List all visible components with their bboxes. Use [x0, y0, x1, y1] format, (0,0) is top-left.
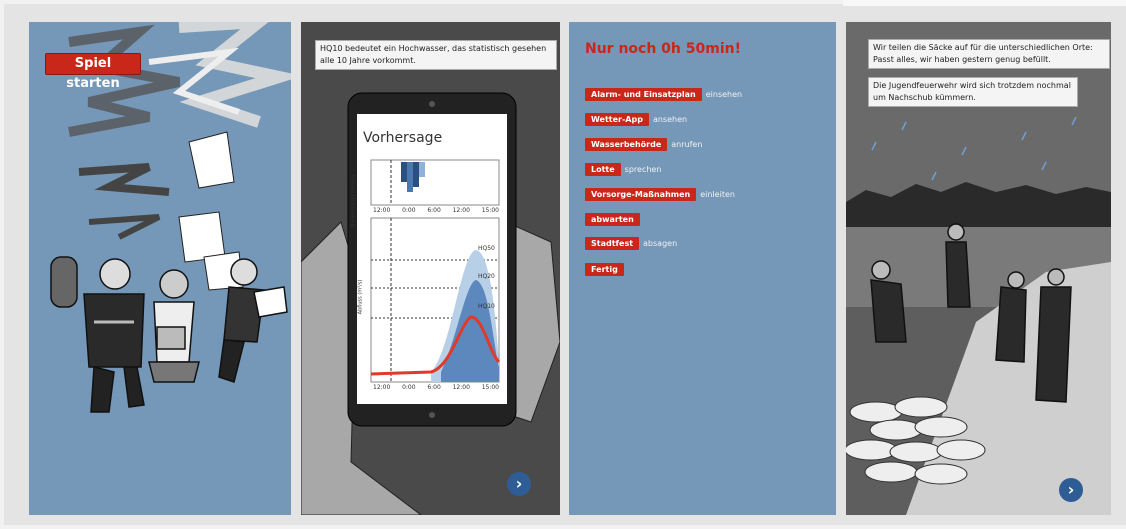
- next-button[interactable]: ›: [1059, 478, 1083, 502]
- x-tick: 12:00: [452, 207, 470, 214]
- chevron-right-icon: ›: [515, 474, 523, 493]
- chevron-right-icon: ›: [1067, 480, 1075, 499]
- flow-axis-label: Abfluss (m³/s): [357, 279, 364, 315]
- action-verb: absagen: [643, 238, 678, 248]
- action-precautions-button[interactable]: Vorsorge-Maßnahmen: [585, 187, 697, 201]
- x-tick: 15:00: [481, 384, 499, 391]
- action-done-button[interactable]: Fertig: [585, 262, 624, 276]
- action-water-authority-button[interactable]: Wasserbehörde: [585, 137, 668, 151]
- action-lotte-button[interactable]: Lotte: [585, 162, 621, 176]
- next-button[interactable]: ›: [507, 472, 531, 496]
- x-tick: 12:00: [373, 207, 391, 214]
- panel-forecast: HQ10 bedeutet ein Hochwasser, das statis…: [301, 22, 560, 515]
- action-row: abwarten: [585, 212, 640, 226]
- action-verb: einleiten: [700, 189, 735, 199]
- sandbag-caption-2: Die Jugendfeuerwehr wird sich trotzdem n…: [868, 77, 1078, 107]
- panel-intro: Spiel starten: [29, 22, 291, 515]
- precip-x-ticks: 12:00 0:00 6:00 12:00 15:00: [373, 207, 499, 214]
- sandbag-caption-1: Wir teilen die Säcke auf für die untersc…: [868, 39, 1110, 69]
- countdown-timer: Nur noch 0h 50min!: [585, 41, 741, 57]
- x-tick: 0:00: [402, 384, 416, 391]
- hq20-label: HQ20: [478, 273, 495, 280]
- action-weather-app-button[interactable]: Wetter-App: [585, 112, 649, 126]
- action-row: Alarm- und Einsatzplan einsehen: [585, 87, 742, 101]
- hq50-label: HQ50: [478, 245, 495, 252]
- panel-sandbags: Wir teilen die Säcke auf für die untersc…: [846, 22, 1111, 515]
- panel-actions: Nur noch 0h 50min! Alarm- und Einsatzpla…: [569, 22, 836, 515]
- storm-illustration: [50, 22, 291, 413]
- action-row: Lotte sprechen: [585, 162, 661, 176]
- x-tick: 15:00: [481, 207, 499, 214]
- action-town-festival-button[interactable]: Stadtfest: [585, 236, 640, 250]
- phone-in-hand-illustration: [301, 92, 560, 515]
- action-row: Fertig: [585, 262, 624, 276]
- action-alarm-plan-button[interactable]: Alarm- und Einsatzplan: [585, 87, 702, 101]
- action-verb: einsehen: [705, 89, 743, 99]
- x-tick: 0:00: [402, 207, 416, 214]
- action-verb: anrufen: [671, 139, 703, 149]
- action-row: Stadtfest absagen: [585, 236, 677, 250]
- flow-x-ticks: 12:00 0:00 6:00 12:00 15:00: [373, 384, 499, 391]
- action-wait-button[interactable]: abwarten: [585, 212, 640, 226]
- precip-axis-label: Niederschlag (mm/h): [350, 174, 357, 228]
- action-row: Vorsorge-Maßnahmen einleiten: [585, 187, 735, 201]
- start-game-button[interactable]: Spiel starten: [45, 53, 141, 91]
- frame-notch: [843, 0, 1126, 6]
- forecast-title: Vorhersage: [363, 130, 443, 146]
- x-tick: 6:00: [427, 207, 441, 214]
- x-tick: 12:00: [452, 384, 470, 391]
- x-tick: 12:00: [373, 384, 391, 391]
- x-tick: 6:00: [427, 384, 441, 391]
- action-verb: sprechen: [624, 164, 662, 174]
- action-row: Wasserbehörde anrufen: [585, 137, 702, 151]
- action-verb: ansehen: [652, 114, 688, 124]
- hq10-label: HQ10: [478, 303, 495, 310]
- action-row: Wetter-App ansehen: [585, 112, 687, 126]
